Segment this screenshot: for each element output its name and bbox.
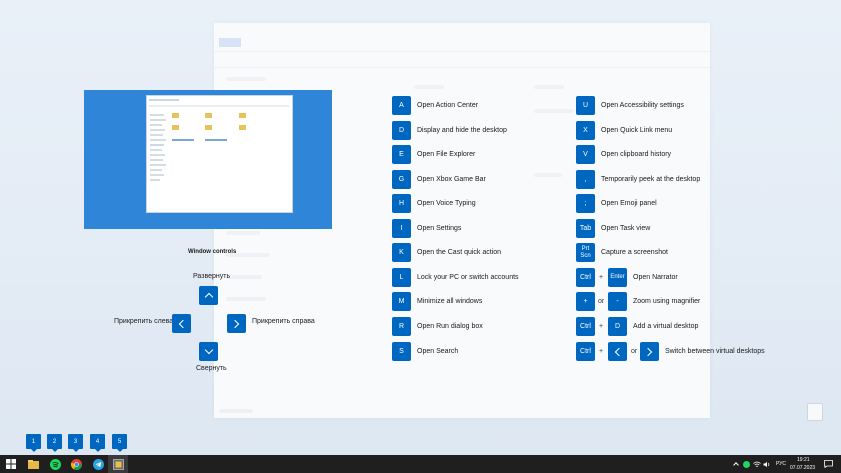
key-plus[interactable]: + [576, 292, 595, 311]
shortcut-label: Open clipboard history [601, 151, 672, 158]
shortcut-label: Open Accessibility settings [601, 102, 684, 109]
key-enter[interactable]: Enter [608, 268, 627, 287]
shortcut-label: Lock your PC or switch accounts [417, 274, 519, 281]
chevron-up-icon [204, 292, 213, 302]
chevron-up-icon[interactable] [732, 458, 740, 470]
wifi-icon[interactable] [752, 458, 761, 470]
taskbar-badge: 2 [47, 434, 62, 452]
shortcut-label: Open Quick Link menu [601, 127, 673, 134]
clock-time[interactable]: 19:21 [797, 457, 810, 463]
chevron-left-icon [178, 319, 188, 328]
snap-left-key[interactable] [172, 314, 191, 333]
shortcut-label: Open File Explorer [417, 151, 476, 158]
key-d[interactable]: D [392, 121, 411, 140]
shortcut-label: Display and hide the desktop [417, 127, 507, 134]
or-separator: or [598, 298, 605, 305]
key-d-virtual[interactable]: D [608, 317, 627, 336]
key-line: Scn [580, 252, 591, 259]
key-line: Prt [581, 245, 590, 252]
shortcut-label: Open Search [417, 348, 459, 355]
snap-up-key[interactable] [199, 286, 218, 305]
key-v[interactable]: V [576, 145, 595, 164]
key-right[interactable] [640, 342, 659, 361]
chevron-right-icon [643, 347, 653, 356]
key-tab[interactable]: Tab [576, 219, 595, 238]
shortcut-label: Open Run dialog box [417, 323, 483, 330]
shortcut-label: Add a virtual desktop [633, 323, 699, 330]
minimize-label: Свернуть [196, 365, 227, 372]
spotify-tray-icon[interactable] [742, 458, 751, 470]
taskbar-badge: 4 [90, 434, 105, 452]
taskbar-badge: 3 [68, 434, 83, 452]
shortcut-label: Open Voice Typing [417, 200, 476, 207]
plus-separator: + [599, 348, 604, 355]
or-separator: or [631, 348, 638, 355]
snap-right-label: Прикрепить справа [252, 318, 315, 325]
key-e[interactable]: E [392, 145, 411, 164]
key-g[interactable]: G [392, 170, 411, 189]
chevron-left-icon [614, 347, 624, 356]
key-ctrl[interactable]: Ctrl [576, 342, 595, 361]
shortcut-label: Open Task view [601, 225, 651, 232]
key-semicolon[interactable]: ; [576, 194, 595, 213]
file-explorer-icon[interactable] [27, 458, 39, 470]
key-r[interactable]: R [392, 317, 411, 336]
volume-icon[interactable] [762, 458, 771, 470]
shortcut-label: Zoom using magnifier [633, 298, 701, 305]
chevron-right-icon [230, 319, 240, 328]
plus-separator: + [599, 274, 604, 281]
key-i[interactable]: I [392, 219, 411, 238]
shortcut-label: Minimize all windows [417, 298, 483, 305]
key-h[interactable]: H [392, 194, 411, 213]
maximize-label: Развернуть [193, 273, 231, 280]
key-u[interactable]: U [576, 96, 595, 115]
key-print-screen[interactable]: Prt Scn [576, 243, 595, 262]
key-ctrl[interactable]: Ctrl [576, 317, 595, 336]
chrome-icon[interactable] [70, 458, 82, 470]
snap-right-key[interactable] [227, 314, 246, 333]
key-a[interactable]: A [392, 96, 411, 115]
taskbar-badge: 5 [112, 434, 127, 452]
key-x[interactable]: X [576, 121, 595, 140]
snap-down-key[interactable] [199, 342, 218, 361]
language-indicator[interactable]: РУС [776, 461, 786, 467]
shortcut-label: Open Settings [417, 225, 462, 232]
recycle-bin-icon[interactable] [807, 403, 823, 421]
key-m[interactable]: M [392, 292, 411, 311]
window-preview [84, 90, 332, 229]
shortcut-label: Capture a screenshot [601, 249, 668, 256]
shortcut-label: Switch between virtual desktops [665, 348, 765, 355]
key-k[interactable]: K [392, 243, 411, 262]
key-ctrl[interactable]: Ctrl [576, 268, 595, 287]
shortcut-label: Open Narrator [633, 274, 678, 281]
snap-left-label: Прикрепить слева [114, 318, 174, 325]
window-controls-title: Window controls [188, 249, 237, 255]
shortcut-label: Open Xbox Game Bar [417, 176, 486, 183]
plus-separator: + [599, 323, 604, 330]
app-icon[interactable] [112, 458, 124, 470]
shortcut-label: Open the Cast quick action [417, 249, 502, 256]
key-l[interactable]: L [392, 268, 411, 287]
key-left[interactable] [608, 342, 627, 361]
shortcut-label: Temporarily peek at the desktop [601, 176, 701, 183]
shortcut-label: Open Action Center [417, 102, 479, 109]
chevron-down-icon [204, 345, 213, 355]
clock-date[interactable]: 07.07.2023 [790, 465, 815, 471]
shortcut-label: Open Emoji panel [601, 200, 657, 207]
key-comma[interactable]: , [576, 170, 595, 189]
key-minus[interactable]: - [608, 292, 627, 311]
notification-icon[interactable] [822, 458, 834, 470]
preview-explorer-thumbnail [146, 95, 293, 213]
windows-icon[interactable] [5, 458, 17, 470]
taskbar: РУС 19:21 07.07.2023 [0, 455, 841, 473]
key-s[interactable]: S [392, 342, 411, 361]
spotify-icon[interactable] [49, 458, 61, 470]
telegram-icon[interactable] [92, 458, 104, 470]
taskbar-badge: 1 [26, 434, 41, 452]
